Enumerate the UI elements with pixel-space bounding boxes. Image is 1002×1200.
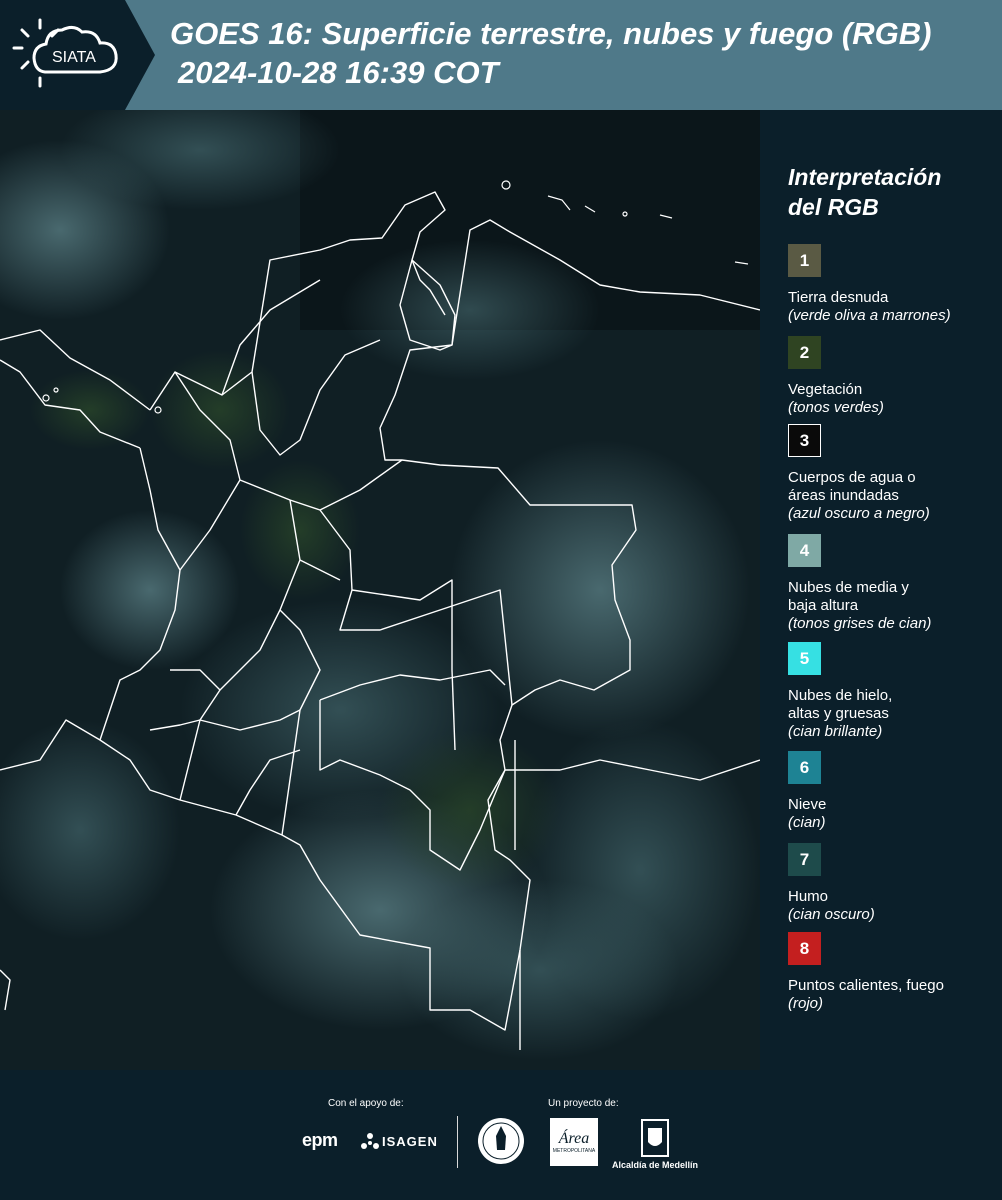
siata-logo: SIATA [0,0,155,110]
legend-item-low-clouds: 4 Nubes de media y baja altura (tonos gri… [788,534,998,633]
legend-item-label: Puntos calientes, fuego [788,977,944,994]
legend-item-label: Nubes de hielo, altas y gruesas [788,687,893,722]
area-metropolitana-logo: Área METROPOLITANA [550,1118,598,1166]
legend-item-desc: (tonos verdes) [788,399,884,416]
legend-swatch: 5 [788,642,821,675]
legend-item-snow: 6 Nieve (cian) [788,751,998,832]
legend-item-desc: (cian brillante) [788,723,883,740]
legend-swatch: 2 [788,336,821,369]
footer-bar: Con el apoyo de: Un proyecto de: epm ISA… [0,1070,1002,1200]
logo-text: SIATA [52,49,96,66]
legend-item-desc: (cian oscuro) [788,906,875,923]
legend-item-desc: (azul oscuro a negro) [788,505,930,522]
legend-item-desc: (cian) [788,814,826,831]
alcaldia-logo-text: Alcaldía de Medellín [612,1160,699,1170]
legend-item-desc: (tonos grises de cian) [788,615,932,632]
legend-item-desc: (rojo) [788,995,824,1012]
legend-item-label: Cuerpos de agua o áreas inundadas [788,469,916,504]
legend-swatch: 8 [788,932,821,965]
epm-logo: epm [302,1130,338,1150]
isagen-logo: ISAGEN [382,1134,438,1149]
legend-swatch: 6 [788,751,821,784]
project-label: Un proyecto de: [548,1098,619,1109]
legend-title: Interpretación del RGB [788,164,942,220]
legend-swatch: 7 [788,843,821,876]
legend-item-label: Humo [788,888,829,905]
legend-item-vegetation: 2 Vegetación (tonos verdes) [788,336,998,417]
footer-divider [457,1116,458,1168]
page-title: GOES 16: Superficie terrestre, nubes y f… [170,16,932,51]
isagen-mark-icon [361,1133,379,1149]
medellin-shield-icon [641,1119,669,1157]
legend-swatch: 4 [788,534,821,567]
legend-panel: Interpretación del RGB 1 Tierra desnuda … [760,110,1002,1070]
legend-item-fire: 8 Puntos calientes, fuego (rojo) [788,932,998,1013]
legend-item-desc: (verde oliva a marrones) [788,307,951,324]
timestamp: 2024-10-28 16:39 COT [178,55,499,90]
legend-item-smoke: 7 Humo (cian oscuro) [788,843,998,924]
satellite-map[interactable] [0,110,760,1070]
support-label: Con el apoyo de: [328,1098,404,1109]
legend-item-label: Tierra desnuda [788,289,889,306]
legend-item-label: Nieve [788,796,827,813]
legend-item-ice-clouds: 5 Nubes de hielo, altas y gruesas (cian b… [788,642,998,741]
legend-swatch: 1 [788,244,821,277]
legend-item-water: 3 Cuerpos de agua o áreas inundadas (azul… [788,424,998,523]
legend-item-bare-land: 1 Tierra desnuda (verde oliva a marrones… [788,244,998,325]
legend-swatch: 3 [788,424,821,457]
seal-icon [478,1118,524,1164]
map-canvas [0,110,760,1070]
legend-item-label: Nubes de media y baja altura [788,579,909,614]
header-bar: SIATA GOES 16: Superficie terrestre, nub… [0,0,1002,110]
legend-item-label: Vegetación [788,381,863,398]
